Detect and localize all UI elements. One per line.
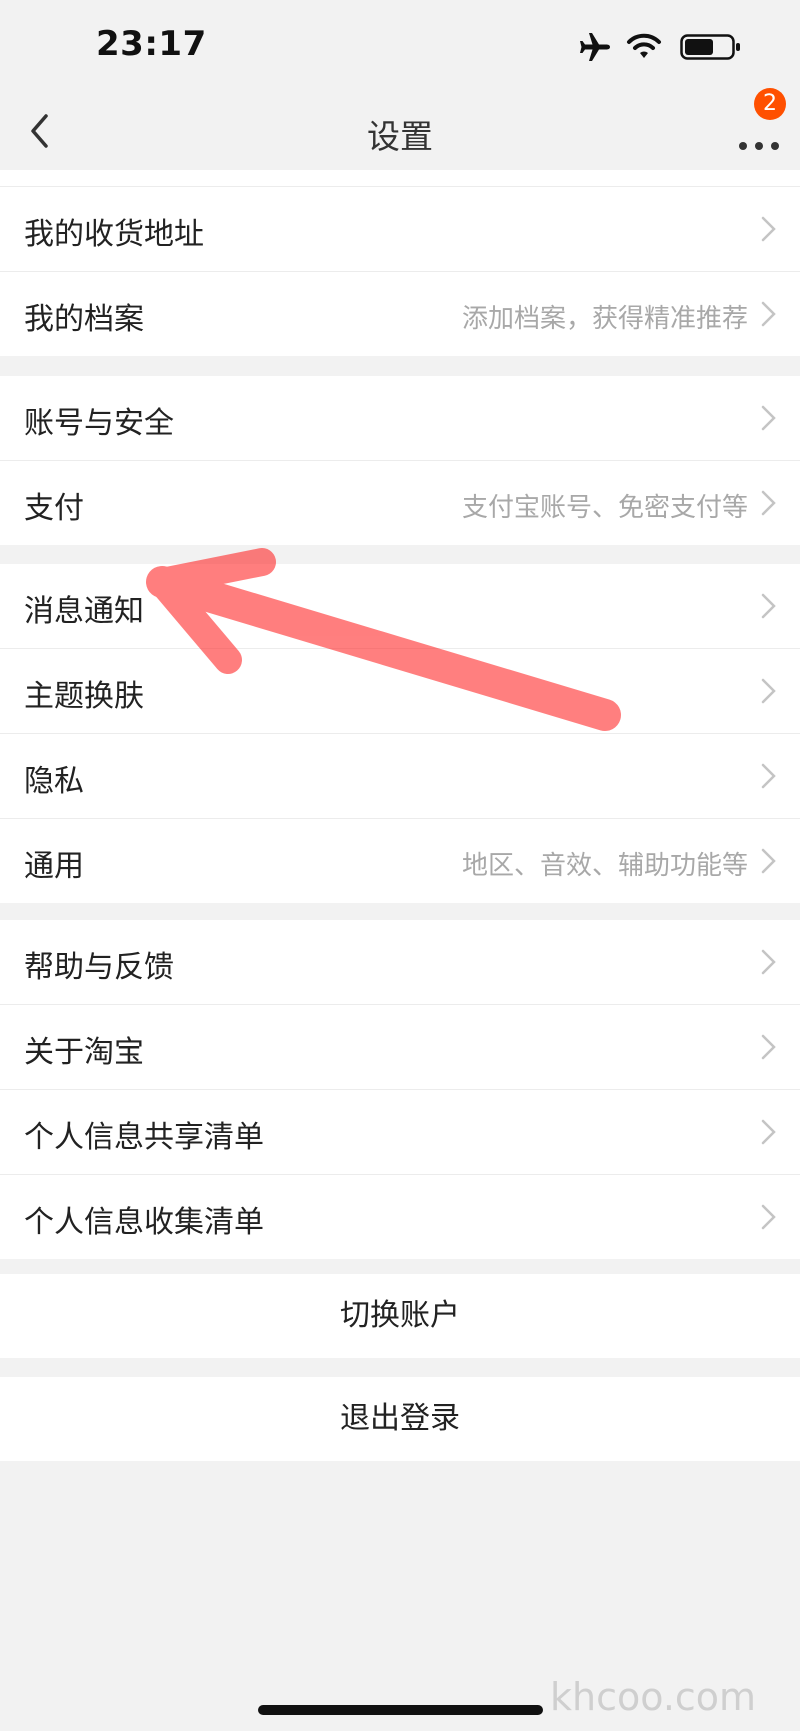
row-label: 个人信息共享清单: [24, 1120, 264, 1155]
watermark: khcoo.com: [550, 1675, 757, 1719]
row-help-feedback[interactable]: 帮助与反馈: [0, 920, 800, 1005]
row-hint: 地区、音效、辅助功能等: [461, 851, 748, 881]
row-label: 帮助与反馈: [24, 950, 174, 985]
chevron-right-icon: [761, 848, 776, 874]
chevron-right-icon: [761, 1204, 776, 1230]
settings-group-help: 帮助与反馈 关于淘宝 个人信息共享清单 个人信息收集清单: [0, 920, 800, 1259]
row-label: 关于淘宝: [24, 1035, 144, 1070]
row-general[interactable]: 通用 地区、音效、辅助功能等: [0, 819, 800, 903]
row-info-collection-list[interactable]: 个人信息收集清单: [0, 1175, 800, 1259]
home-indicator: [258, 1705, 543, 1715]
chevron-right-icon: [761, 1034, 776, 1060]
row-label: 通用: [24, 849, 84, 884]
row-about-taobao[interactable]: 关于淘宝: [0, 1005, 800, 1090]
row-label: 个人信息收集清单: [24, 1205, 264, 1240]
switch-account-button[interactable]: 切换账户: [0, 1274, 800, 1358]
logout-button[interactable]: 退出登录: [0, 1377, 800, 1461]
row-info-sharing-list[interactable]: 个人信息共享清单: [0, 1090, 800, 1175]
annotation-arrow: [146, 548, 621, 731]
chevron-right-icon: [761, 949, 776, 975]
chevron-right-icon: [761, 1119, 776, 1145]
